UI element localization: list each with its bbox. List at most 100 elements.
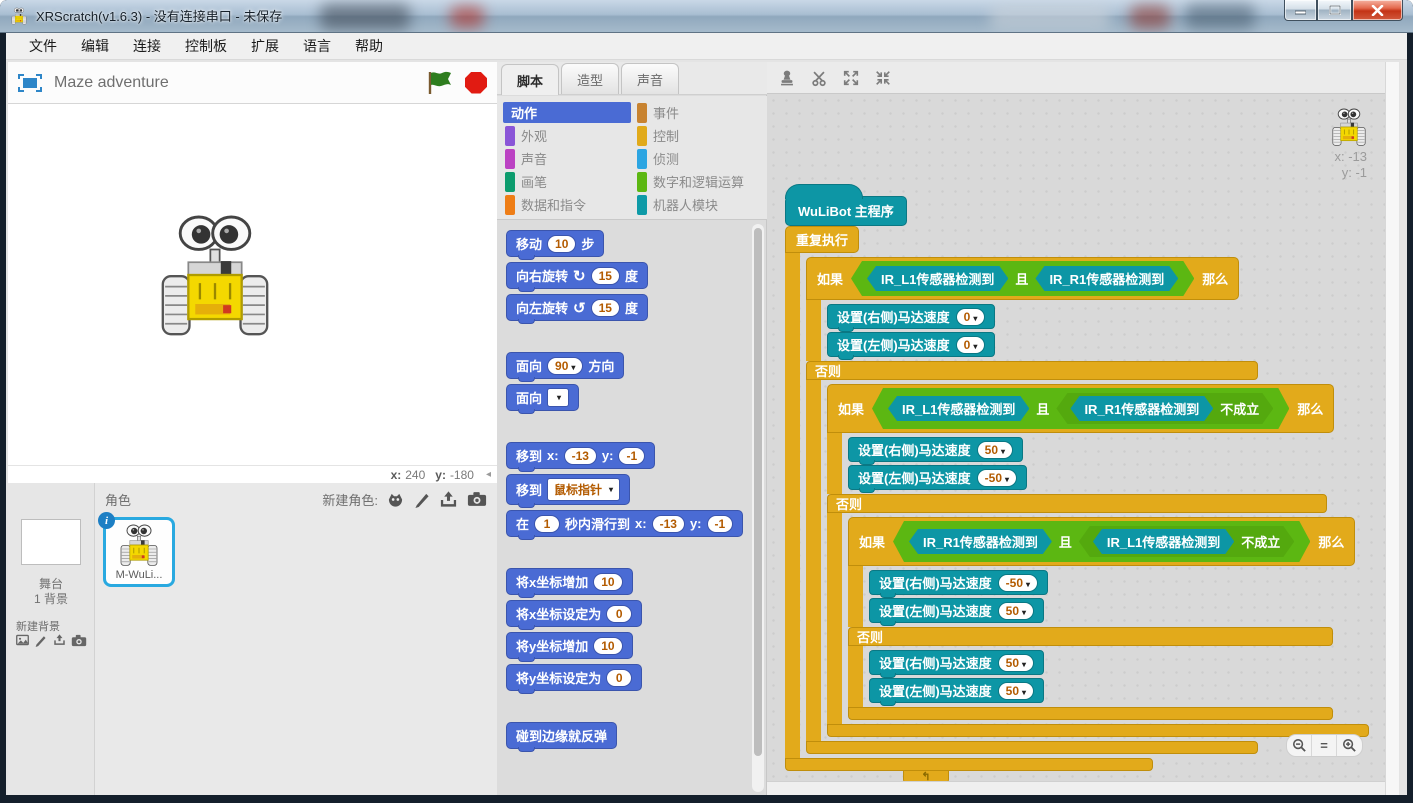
zoom-out-button[interactable]	[1287, 735, 1312, 756]
sprite-thumbnail-selected[interactable]: i M-WuLi...	[103, 517, 175, 587]
if-block-1-foot[interactable]	[806, 741, 1258, 754]
category-operators[interactable]: 数字和逻辑运算	[635, 171, 763, 192]
zoom-reset-button[interactable]: =	[1312, 735, 1337, 756]
category-sound[interactable]: 声音	[503, 148, 631, 169]
category-looks[interactable]: 外观	[503, 125, 631, 146]
else-bar-3[interactable]: 否则	[848, 627, 1333, 646]
stage-sprite-robot[interactable]	[157, 210, 273, 340]
menu-edit[interactable]: 编辑	[70, 33, 120, 59]
category-motion[interactable]: 动作	[503, 102, 631, 123]
category-robot[interactable]: 机器人模块	[635, 194, 763, 215]
block-point-towards[interactable]: 面向 ▾	[506, 384, 579, 411]
block-turn-right[interactable]: 向右旋转 ↻ 15 度	[506, 262, 648, 289]
tab-scripts[interactable]: 脚本	[501, 64, 559, 95]
script-vertical-scrollbar[interactable]	[1385, 62, 1399, 795]
category-pen[interactable]: 画笔	[503, 171, 631, 192]
grow-sprite-icon[interactable]	[841, 68, 861, 88]
palette-scrollbar-thumb[interactable]	[754, 228, 762, 756]
scissors-delete-icon[interactable]	[809, 68, 829, 88]
paint-new-sprite-icon[interactable]	[414, 491, 430, 508]
forever-loop-header[interactable]: 重复执行	[785, 226, 859, 253]
project-title[interactable]: Maze adventure	[54, 74, 415, 92]
stop-button[interactable]	[465, 72, 487, 94]
menu-help[interactable]: 帮助	[344, 33, 394, 59]
forever-loop-foot[interactable]	[785, 758, 1153, 771]
close-button[interactable]	[1352, 0, 1403, 21]
if-block-1-header[interactable]: 如果 IR_L1传感器检测到 且 IR_R1传感器检测到 那么	[806, 257, 1239, 300]
shrink-sprite-icon[interactable]	[873, 68, 893, 88]
paint-backdrop-icon[interactable]	[34, 633, 48, 647]
set-left-motor-speed-block[interactable]: 设置(左侧)马达速度 50▾	[869, 598, 1044, 623]
zoom-in-button[interactable]	[1337, 735, 1362, 756]
block-goto-mouse[interactable]: 移到 鼠标指针▾	[506, 474, 630, 505]
menu-connect[interactable]: 连接	[122, 33, 172, 59]
palette-scrollbar[interactable]	[752, 224, 764, 792]
fullscreen-icon[interactable]	[18, 74, 42, 92]
camera-sprite-icon[interactable]	[467, 491, 487, 507]
backdrop-from-library-icon[interactable]	[15, 633, 30, 647]
tab-sounds[interactable]: 声音	[621, 63, 679, 94]
category-events[interactable]: 事件	[635, 102, 763, 123]
not-operator-block[interactable]: IR_L1传感器检测到 不成立	[1079, 526, 1294, 557]
if-else-block-2[interactable]: 如果 IR_L1传感器检测到 且 IR_R1传感器检测到 不成立	[827, 384, 1369, 737]
menu-language[interactable]: 语言	[292, 33, 342, 59]
sensor-ir-r1-block[interactable]: IR_R1传感器检测到	[909, 529, 1052, 554]
block-change-x[interactable]: 将x坐标增加 10	[506, 568, 633, 595]
green-flag-button[interactable]	[427, 71, 453, 95]
set-right-motor-speed-block[interactable]: 设置(右侧)马达速度 50▾	[869, 650, 1044, 675]
set-left-motor-speed-block[interactable]: 设置(左侧)马达速度 0▾	[827, 332, 995, 357]
upload-backdrop-icon[interactable]	[52, 633, 67, 647]
set-left-motor-speed-block[interactable]: 设置(左侧)马达速度 -50▾	[848, 465, 1027, 490]
block-move-steps[interactable]: 移动 10 步	[506, 230, 604, 257]
set-right-motor-speed-block[interactable]: 设置(右侧)马达速度 -50▾	[869, 570, 1048, 595]
new-sprite-from-library-icon[interactable]	[386, 491, 405, 508]
block-bounce-on-edge[interactable]: 碰到边缘就反弹	[506, 722, 617, 749]
if-block-2-foot[interactable]	[827, 724, 1369, 737]
stamp-duplicate-icon[interactable]	[777, 68, 797, 88]
sprite-info-badge[interactable]: i	[98, 512, 115, 529]
block-point-direction[interactable]: 面向 90▾ 方向	[506, 352, 624, 379]
script-horizontal-scrollbar[interactable]	[767, 781, 1385, 795]
menu-file[interactable]: 文件	[18, 33, 68, 59]
sensor-ir-l1-block[interactable]: IR_L1传感器检测到	[867, 266, 1008, 291]
block-goto-xy[interactable]: 移到 x: -13 y: -1	[506, 442, 655, 469]
menu-board[interactable]: 控制板	[174, 33, 238, 59]
else-bar-2[interactable]: 否则	[827, 494, 1327, 513]
sensor-ir-r1-block[interactable]: IR_R1传感器检测到	[1035, 266, 1178, 291]
block-glide[interactable]: 在 1 秒内滑行到 x: -13 y: -1	[506, 510, 743, 537]
stage-thumbnail[interactable]	[21, 519, 81, 565]
maximize-button[interactable]	[1317, 0, 1352, 21]
script-canvas[interactable]: x: -13 y: -1 WuLiBot 主程序 重复执行 如果 IR_L1传感…	[767, 94, 1385, 781]
category-data[interactable]: 数据和指令	[503, 194, 631, 215]
category-sensing[interactable]: 侦测	[635, 148, 763, 169]
if-else-block-3[interactable]: 如果 IR_R1传感器检测到 且 IR_L1传感器检测到 不成立	[848, 517, 1355, 720]
set-right-motor-speed-block[interactable]: 设置(右侧)马达速度 0▾	[827, 304, 995, 329]
hat-block-wulibot-main[interactable]: WuLiBot 主程序	[785, 196, 907, 226]
tab-costumes[interactable]: 造型	[561, 63, 619, 94]
minimize-button[interactable]	[1284, 0, 1317, 21]
if-block-3-foot[interactable]	[848, 707, 1333, 720]
script-stack[interactable]: WuLiBot 主程序 重复执行 如果 IR_L1传感器检测到 且 IR_R1传…	[785, 182, 1369, 781]
upload-sprite-icon[interactable]	[439, 491, 458, 508]
block-change-y[interactable]: 将y坐标增加 10	[506, 632, 633, 659]
and-operator-block[interactable]: IR_L1传感器检测到 且 IR_R1传感器检测到	[851, 261, 1194, 296]
not-operator-block[interactable]: IR_R1传感器检测到 不成立	[1056, 393, 1273, 424]
block-turn-left[interactable]: 向左旋转 ↺ 15 度	[506, 294, 648, 321]
set-right-motor-speed-block[interactable]: 设置(右侧)马达速度 50▾	[848, 437, 1023, 462]
forever-loop-block[interactable]: 重复执行 如果 IR_L1传感器检测到 且 IR_R1传感器检测到 那么	[785, 226, 1369, 781]
coord-collapse-icon[interactable]: ◂	[484, 469, 493, 480]
set-left-motor-speed-block[interactable]: 设置(左侧)马达速度 50▾	[869, 678, 1044, 703]
stage-canvas[interactable]	[8, 104, 497, 465]
and-operator-block[interactable]: IR_L1传感器检测到 且 IR_R1传感器检测到 不成立	[872, 388, 1289, 429]
camera-backdrop-icon[interactable]	[71, 634, 87, 647]
else-bar-1[interactable]: 否则	[806, 361, 1258, 380]
menu-extensions[interactable]: 扩展	[240, 33, 290, 59]
block-set-y[interactable]: 将y坐标设定为 0	[506, 664, 642, 691]
sensor-ir-l1-block[interactable]: IR_L1传感器检测到	[1093, 529, 1234, 554]
sensor-ir-l1-block[interactable]: IR_L1传感器检测到	[888, 396, 1029, 421]
and-operator-block[interactable]: IR_R1传感器检测到 且 IR_L1传感器检测到 不成立	[893, 521, 1310, 562]
block-set-x[interactable]: 将x坐标设定为 0	[506, 600, 642, 627]
if-block-2-header[interactable]: 如果 IR_L1传感器检测到 且 IR_R1传感器检测到 不成立	[827, 384, 1334, 433]
if-block-3-header[interactable]: 如果 IR_R1传感器检测到 且 IR_L1传感器检测到 不成立	[848, 517, 1355, 566]
category-control[interactable]: 控制	[635, 125, 763, 146]
